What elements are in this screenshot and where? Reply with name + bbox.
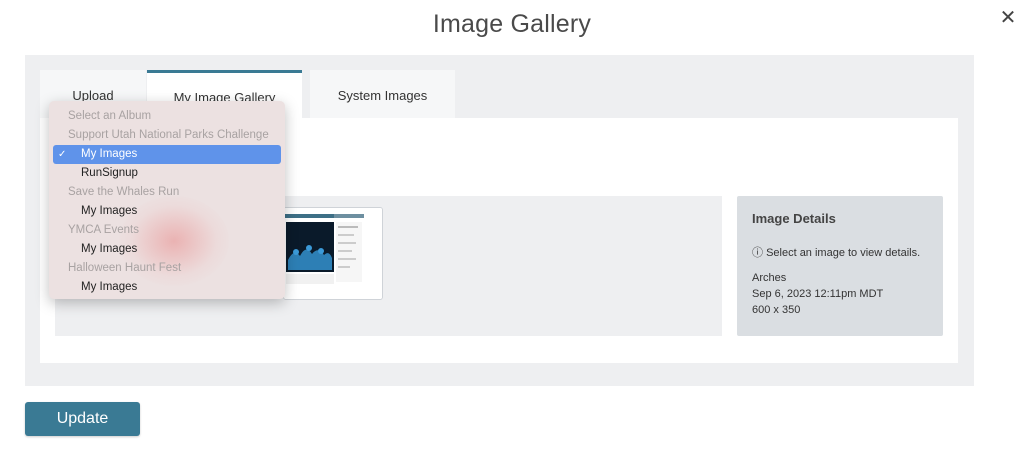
album-option-placeholder: Select an Album — [68, 110, 152, 122]
album-option[interactable]: RunSignup — [53, 164, 281, 183]
album-group-label: Support Utah National Parks Challenge — [68, 129, 269, 141]
album-group-label: YMCA Events — [68, 224, 139, 236]
update-button[interactable]: Update — [25, 402, 140, 436]
close-icon[interactable]: ✕ — [998, 8, 1018, 28]
album-option[interactable]: My Images — [53, 202, 281, 221]
image-dimensions: 600 x 350 — [752, 304, 801, 316]
info-icon: ⓘ — [752, 247, 763, 259]
album-group-label: Save the Whales Run — [68, 186, 180, 198]
details-hint-text: Select an image to view details. — [766, 247, 921, 259]
checkmark-icon: ✓ — [58, 149, 67, 160]
image-date: Sep 6, 2023 12:11pm MDT — [752, 288, 884, 300]
tab-system-images[interactable]: System Images — [310, 70, 455, 118]
album-dropdown-menu[interactable]: Select an Album Support Utah National Pa… — [49, 101, 285, 299]
album-option-label: My Images — [81, 148, 138, 160]
image-details-heading: Image Details — [752, 211, 836, 226]
album-group-label: Halloween Haunt Fest — [68, 262, 182, 274]
image-name: Arches — [752, 272, 787, 284]
album-option[interactable]: My Images — [53, 278, 281, 297]
image-details-panel: Image Details ⓘ Select an image to view … — [737, 196, 943, 336]
image-thumbnail[interactable] — [283, 207, 383, 300]
album-option[interactable]: My Images — [53, 240, 281, 259]
album-option-selected[interactable]: ✓ My Images — [53, 145, 281, 164]
dialog-title: Image Gallery — [432, 10, 592, 38]
details-hint: ⓘ Select an image to view details. — [752, 244, 920, 260]
